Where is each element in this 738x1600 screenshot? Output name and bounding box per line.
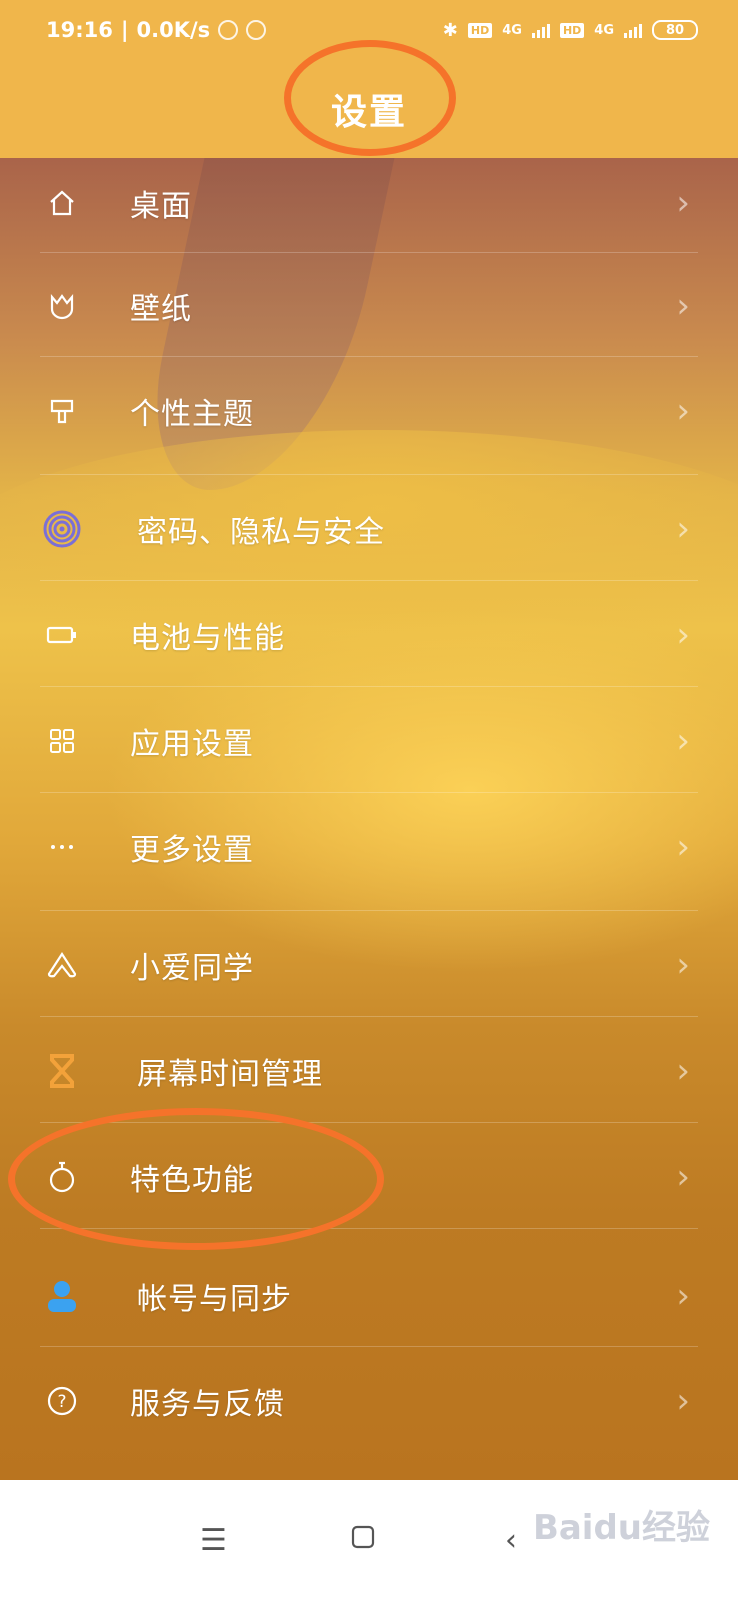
status-separator: | xyxy=(120,18,129,42)
wallpaper-icon xyxy=(40,284,84,328)
menu-item-label: 电池与性能 xyxy=(130,621,285,656)
bluetooth-icon: ✱ xyxy=(442,19,458,41)
chevron-right-icon: › xyxy=(676,286,690,326)
battery-icon xyxy=(40,613,84,657)
menu-item-app-settings[interactable]: 应用设置 › xyxy=(0,688,738,794)
menu-item-xiaoai[interactable]: 小爱同学 › xyxy=(0,912,738,1018)
menu-item-screen-time[interactable]: 屏幕时间管理 › xyxy=(0,1018,738,1124)
mute-bell-icon xyxy=(218,20,239,40)
alarm-icon xyxy=(246,20,267,40)
hd-badge-1: HD xyxy=(467,22,493,38)
menu-item-label: 帐号与同步 xyxy=(137,1282,292,1317)
home-icon xyxy=(40,181,84,225)
menu-item-label: 服务与反馈 xyxy=(130,1387,285,1422)
chevron-right-icon: › xyxy=(676,827,690,867)
more-dots-icon xyxy=(40,825,84,869)
feature-annotation-circle xyxy=(8,1108,384,1250)
divider xyxy=(40,686,698,687)
status-time: 19:16 xyxy=(46,18,113,42)
menu-item-label: 屏幕时间管理 xyxy=(137,1057,323,1092)
apps-grid-icon xyxy=(40,719,84,763)
menu-item-label: 桌面 xyxy=(130,189,192,224)
menu-item-battery-performance[interactable]: 电池与性能 › xyxy=(0,582,738,688)
fingerprint-icon xyxy=(40,507,84,551)
menu-item-wallpaper[interactable]: 壁纸 › xyxy=(0,253,738,359)
menu-nav-icon[interactable]: ☰ xyxy=(200,1523,227,1558)
network-type-1: 4G xyxy=(502,22,522,38)
chevron-right-icon: › xyxy=(676,945,690,985)
hd-badge-2: HD xyxy=(559,22,585,38)
divider xyxy=(40,474,698,475)
divider xyxy=(40,792,698,793)
title-annotation-circle xyxy=(284,40,456,156)
status-net-speed: 0.0K/s xyxy=(136,18,211,42)
chevron-right-icon: › xyxy=(676,1276,690,1316)
back-nav-icon[interactable]: ‹ xyxy=(505,1523,517,1558)
menu-item-label: 更多设置 xyxy=(130,833,254,868)
divider xyxy=(40,580,698,581)
account-icon xyxy=(40,1274,84,1318)
menu-item-label: 密码、隐私与安全 xyxy=(137,515,385,550)
settings-screen: 19:16 | 0.0K/s ✱ HD 4G HD 4G 80 设置 桌面 › xyxy=(0,0,738,1600)
menu-item-service-feedback[interactable]: ? 服务与反馈 › xyxy=(0,1348,738,1454)
theme-brush-icon xyxy=(40,389,84,433)
menu-item-privacy-security[interactable]: 密码、隐私与安全 › xyxy=(0,476,738,582)
divider xyxy=(40,1016,698,1017)
divider xyxy=(40,356,698,357)
menu-item-themes[interactable]: 个性主题 › xyxy=(0,358,738,464)
baidu-watermark: Baidu经验 xyxy=(532,1508,710,1548)
chevron-right-icon: › xyxy=(676,721,690,761)
network-type-2: 4G xyxy=(594,22,614,38)
chevron-right-icon: › xyxy=(676,1381,690,1421)
menu-item-more-settings[interactable]: 更多设置 › xyxy=(0,794,738,900)
home-nav-icon[interactable] xyxy=(350,1523,376,1558)
menu-item-label: 壁纸 xyxy=(130,292,192,327)
hourglass-icon xyxy=(40,1049,84,1093)
menu-item-label: 应用设置 xyxy=(130,727,254,762)
menu-item-label: 小爱同学 xyxy=(130,951,254,986)
menu-item-account-sync[interactable]: 帐号与同步 › xyxy=(0,1243,738,1349)
divider xyxy=(40,1346,698,1347)
svg-text:?: ? xyxy=(57,1392,66,1412)
chevron-right-icon: › xyxy=(676,1157,690,1197)
battery-indicator: 80 xyxy=(652,20,698,40)
menu-item-label: 个性主题 xyxy=(130,397,254,432)
chevron-right-icon: › xyxy=(676,1051,690,1091)
chevron-right-icon: › xyxy=(676,615,690,655)
help-icon: ? xyxy=(40,1379,84,1423)
divider xyxy=(40,910,698,911)
signal-icon-1 xyxy=(531,22,550,38)
chevron-right-icon: › xyxy=(676,391,690,431)
chevron-right-icon: › xyxy=(676,509,690,549)
menu-item-desktop[interactable]: 桌面 › xyxy=(0,150,738,256)
xiaoai-icon xyxy=(40,943,84,987)
signal-icon-2 xyxy=(624,22,642,38)
chevron-right-icon: › xyxy=(676,183,690,223)
